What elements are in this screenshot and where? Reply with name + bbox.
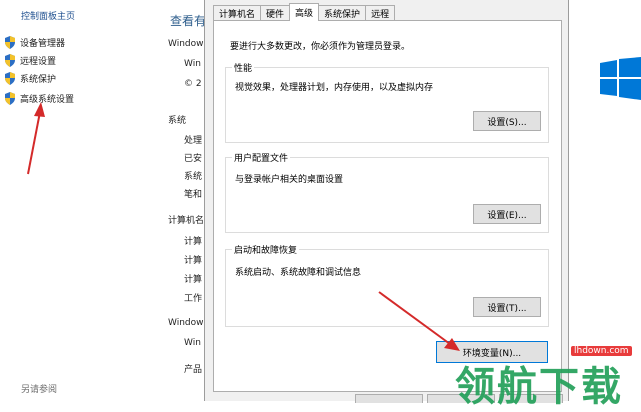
system-heading: 系统: [168, 116, 187, 126]
computer-row: 计算: [184, 256, 203, 266]
tab-strip: 计算机名 硬件 高级 系统保护 远程: [213, 3, 396, 21]
tab-hardware[interactable]: 硬件: [260, 5, 291, 21]
computer-row: 工作: [184, 294, 203, 304]
annotation-arrow-icon: [378, 291, 460, 351]
sidebar-item-label: 远程设置: [20, 56, 57, 67]
startup-recovery-description: 系统启动、系统故障和调试信息: [235, 268, 362, 278]
annotation-arrow-icon: [27, 102, 45, 175]
startup-recovery-settings-button[interactable]: 设置(T)...: [473, 297, 541, 317]
performance-description: 视觉效果，处理器计划，内存使用，以及虚拟内存: [235, 83, 434, 93]
user-profiles-description: 与登录帐户相关的桌面设置: [235, 175, 344, 185]
shield-icon: [5, 53, 15, 67]
performance-group: 性能 视觉效果，处理器计划，内存使用，以及虚拟内存 设置(S)...: [225, 61, 549, 143]
edition-line: Win: [184, 59, 201, 69]
activation-row: Win: [184, 338, 201, 348]
activation-row: 产品: [184, 365, 203, 375]
performance-title: 性能: [232, 61, 255, 74]
sidebar-item-remote-settings[interactable]: 远程设置: [4, 53, 56, 67]
activation-heading: Window: [168, 318, 204, 328]
user-profiles-title: 用户配置文件: [232, 151, 291, 164]
tab-remote[interactable]: 远程: [365, 5, 396, 21]
page-title: 查看有: [170, 14, 207, 28]
user-profiles-settings-button[interactable]: 设置(E)...: [473, 204, 541, 224]
system-row: 已安: [184, 154, 203, 164]
sidebar-item-label: 系统保护: [20, 74, 57, 85]
performance-settings-button[interactable]: 设置(S)...: [473, 111, 541, 131]
windows-logo-icon: [600, 57, 641, 100]
shield-icon: [5, 35, 15, 49]
computer-row: 计算: [184, 237, 203, 247]
sidebar-item-device-manager[interactable]: 设备管理器: [4, 35, 65, 49]
copyright-line: © 2: [184, 79, 202, 89]
control-panel-home-link[interactable]: 控制面板主页: [21, 9, 75, 22]
tab-system-protection[interactable]: 系统保护: [318, 5, 367, 21]
system-row: 系统: [184, 172, 203, 182]
user-profiles-group: 用户配置文件 与登录帐户相关的桌面设置 设置(E)...: [225, 151, 549, 233]
computer-row: 计算: [184, 275, 203, 285]
tab-computer-name[interactable]: 计算机名: [213, 5, 262, 21]
system-row: 处理: [184, 136, 203, 146]
tab-advanced[interactable]: 高级: [289, 3, 320, 21]
admin-note: 要进行大多数更改，你必须作为管理员登录。: [230, 42, 411, 52]
sidebar-item-label: 设备管理器: [20, 38, 66, 49]
sidebar-item-system-protection[interactable]: 系统保护: [4, 71, 56, 85]
computer-name-heading: 计算机名: [168, 216, 205, 226]
watermark-logo-text: 领航下载: [455, 364, 623, 410]
startup-recovery-title: 启动和故障恢复: [232, 243, 300, 256]
windows-edition-heading: Window: [168, 39, 204, 49]
ok-button[interactable]: [355, 394, 423, 403]
shield-icon: [5, 71, 15, 85]
shield-icon: [5, 91, 15, 105]
system-row: 笔和: [184, 190, 203, 200]
see-also-label: 另请参阅: [21, 385, 58, 395]
